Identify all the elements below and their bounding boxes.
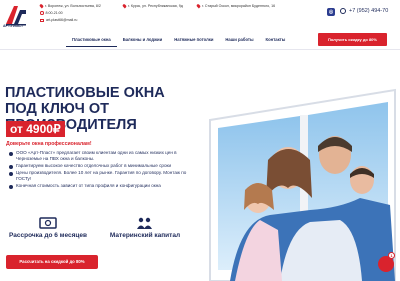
location-pin-icon xyxy=(39,3,44,9)
address-voronezh: г. Воронеж, ул. Вольностьева, 8/2 xyxy=(39,3,101,9)
feature-maternity-capital-label: Материнский капитал xyxy=(109,232,181,239)
phone-number[interactable]: +7 (952) 494-70 xyxy=(349,8,388,14)
nav-item-ceilings[interactable]: Натяжные потолки xyxy=(168,33,219,47)
address-stary-oskol: г. Старый Оскол, микрорайон Буденного, 1… xyxy=(196,3,276,9)
list-item: ООО «Арт-Пласт» предлагает своим клиента… xyxy=(8,150,194,162)
nav-item-balconies[interactable]: Балконы и лоджии xyxy=(117,33,169,47)
hero-subhead: Доверьте окна профессионалам! xyxy=(6,141,92,147)
cash-icon xyxy=(39,217,57,229)
hours-text: 8:00-21:00 xyxy=(45,11,63,15)
feature-maternity-capital: Материнский капитал xyxy=(105,216,185,239)
chat-notification-badge: 1 xyxy=(388,252,395,259)
get-discount-button[interactable]: Получить скидку до 80% xyxy=(318,33,387,46)
address-voronezh-text: г. Воронеж, ул. Вольностьева, 8/2 xyxy=(45,4,101,8)
list-item: Гарантируем высокое качество отделочных … xyxy=(8,163,194,169)
list-item: Цены производителя. Более 10 лет на рынк… xyxy=(8,170,194,182)
location-pin-icon xyxy=(122,3,127,9)
vk-icon[interactable]: ◎ xyxy=(327,8,335,16)
main-nav: Пластиковые окна Балконы и лоджии Натяжн… xyxy=(66,33,291,47)
address-kursk-text: г. Курск, ул. Республиканская, 9д xyxy=(128,4,183,8)
top-bar: АРТ-ПЛАСТ г. Воронеж, ул. Вольностьева, … xyxy=(0,0,400,32)
email[interactable]: art-plast66@mail.ru xyxy=(40,18,77,22)
calculate-discount-button[interactable]: Рассчитать на скидкой до 80% xyxy=(6,255,98,269)
logo-text: АРТ-ПЛАСТ xyxy=(3,24,24,28)
email-text[interactable]: art-plast66@mail.ru xyxy=(46,18,77,22)
family-window-photo xyxy=(209,88,396,281)
nav-item-plastic-windows[interactable]: Пластиковые окна xyxy=(66,33,117,47)
nav-item-our-works[interactable]: Наши работы xyxy=(219,33,259,47)
family-icon xyxy=(137,217,152,229)
price-badge: от 4900₽ xyxy=(6,121,65,137)
benefits-list: ООО «Арт-Пласт» предлагает своим клиента… xyxy=(8,150,194,191)
phone-icon xyxy=(340,8,346,14)
location-pin-icon xyxy=(196,3,201,9)
mail-icon xyxy=(40,18,44,22)
feature-installment-label: Рассрочка до 6 месяцев xyxy=(9,232,87,239)
address-stary-oskol-text: г. Старый Оскол, микрорайон Буденного, 1… xyxy=(202,4,276,8)
address-kursk: г. Курск, ул. Республиканская, 9д xyxy=(122,3,183,9)
clock-icon xyxy=(40,11,44,15)
nav-item-contacts[interactable]: Контакты xyxy=(260,33,292,47)
hours: 8:00-21:00 xyxy=(40,11,63,15)
divider xyxy=(0,49,400,50)
feature-installment: Рассрочка до 6 месяцев xyxy=(8,216,88,239)
list-item: Конечная стоимость зависит от типа профи… xyxy=(8,183,194,190)
